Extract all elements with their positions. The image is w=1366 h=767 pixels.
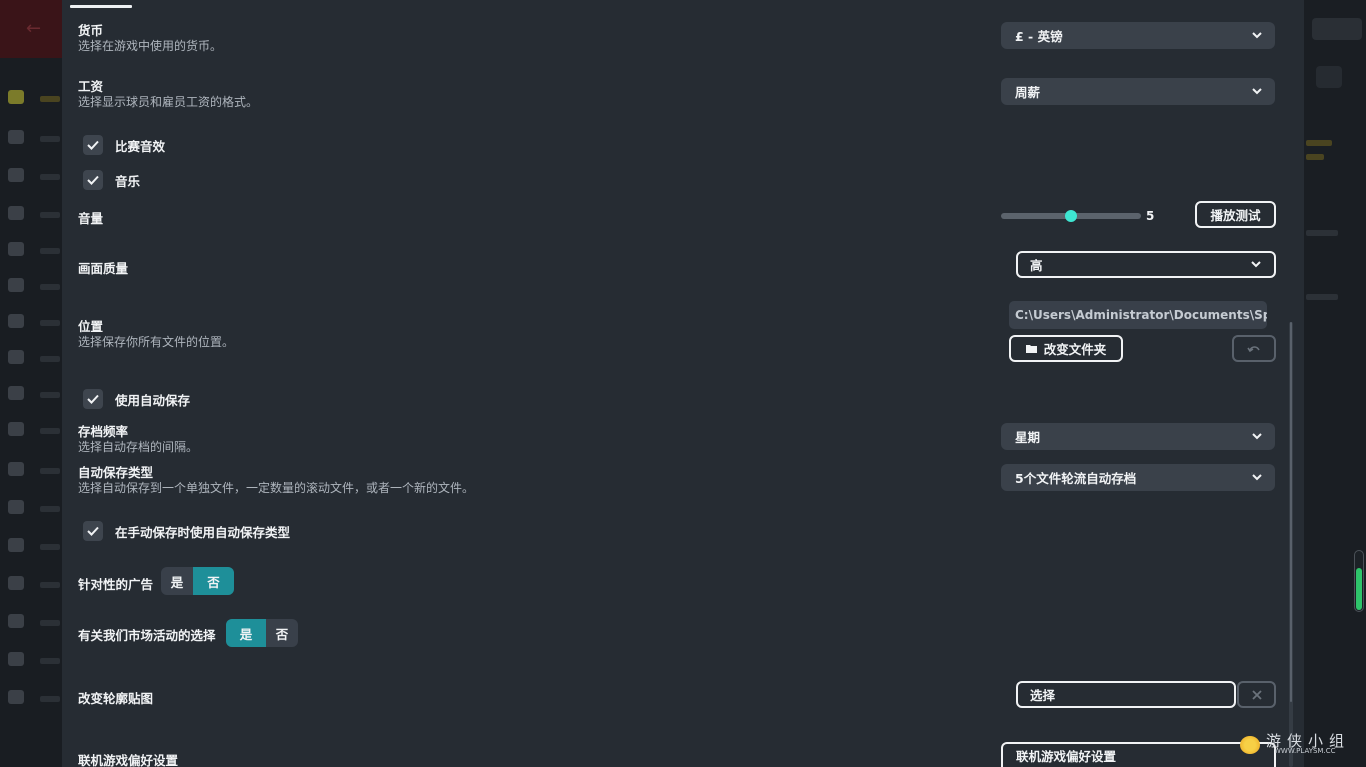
currency-description: 选择在游戏中使用的货币。 [78,39,223,53]
change-folder-button[interactable]: 改变文件夹 [1009,335,1123,362]
undo-icon [1247,346,1260,353]
medical-icon [8,350,24,364]
home-icon [8,90,24,104]
autosave-type-dropdown[interactable]: 5个文件轮流自动存档 [1001,464,1275,491]
match-sound-effects-row: 比赛音效 [83,135,165,155]
sun-logo-icon [1240,736,1260,754]
scrollbar-thumb[interactable] [1290,322,1292,702]
volume-slider-handle[interactable] [1065,210,1077,222]
marketing-choice-yes[interactable]: 是 [226,619,266,647]
staff-icon [8,206,24,220]
wages-dropdown[interactable]: 周薪 [1001,78,1275,105]
online-preferences-label: 联机游戏偏好设置 [78,753,179,767]
clear-texture-button[interactable] [1237,681,1276,708]
use-autosave-row: 使用自动保存 [83,389,190,409]
marketing-choice-toggle: 是 否 [226,619,298,647]
chevron-down-icon [1251,87,1263,97]
music-label: 音乐 [115,173,141,189]
targeted-ads-no[interactable]: 否 [193,567,234,595]
preferences-panel: 货币 选择在游戏中使用的货币。 £ - 英镑 工资 选择显示球员和雇员工资的格式… [62,0,1304,767]
training-icon [8,314,24,328]
save-location-field[interactable]: C:\Users\Administrator\Documents\Spo... [1009,301,1267,329]
autosave-type-description: 选择自动保存到一个单独文件，一定数量的滚动文件，或者一个新的文件。 [78,481,475,495]
manual-save-autosave-type-checkbox[interactable] [83,521,103,541]
chevron-down-icon [1250,260,1262,270]
data-icon [8,278,24,292]
save-frequency-dropdown[interactable]: 星期 [1001,423,1275,450]
folder-icon [1025,345,1037,353]
development-icon [8,386,24,400]
match-sound-effects-checkbox[interactable] [83,135,103,155]
chevron-down-icon [1251,432,1263,442]
dev-center-icon [8,690,24,704]
background-sidebar: ← [0,0,62,767]
select-texture-button[interactable]: 选择 [1016,681,1236,708]
background-back-button: ← [0,0,62,58]
chevron-down-icon [1251,31,1263,41]
use-autosave-checkbox[interactable] [83,389,103,409]
finances-icon [8,652,24,666]
targeted-ads-label: 针对性的广告 [78,577,154,592]
volume-label: 音量 [78,211,104,226]
wages-description: 选择显示球员和雇员工资的格式。 [78,95,259,109]
search-icon [8,538,24,552]
inbox-icon [8,130,24,144]
marketing-choice-no[interactable]: 否 [266,619,298,647]
scouting-icon [8,422,24,436]
watermark-url: WWW.PLAYSM.CC [1274,747,1336,755]
active-tab-indicator [70,5,132,8]
location-description: 选择保存你所有文件的位置。 [78,335,235,349]
save-frequency-description: 选择自动存档的间隔。 [78,440,199,454]
status-gauge [1354,550,1364,612]
volume-value: 5 [1146,209,1155,223]
trophy-icon [8,500,24,514]
use-autosave-label: 使用自动保存 [115,392,191,408]
play-test-button[interactable]: 播放测试 [1195,201,1276,228]
graphics-quality-label: 画面质量 [78,261,129,276]
targeted-ads-toggle: 是 否 [161,567,234,595]
change-kit-texture-label: 改变轮廓贴图 [78,691,154,706]
schedule-icon [8,462,24,476]
close-icon [1251,689,1262,700]
music-checkbox[interactable] [83,170,103,190]
targeted-ads-yes[interactable]: 是 [161,567,193,595]
back-arrow-icon: ← [26,18,42,39]
chevron-down-icon [1251,473,1263,483]
manual-save-autosave-type-label: 在手动保存时使用自动保存类型 [115,524,291,540]
music-row: 音乐 [83,170,140,190]
manual-save-autosave-type-row: 在手动保存时使用自动保存类型 [83,521,290,541]
online-preferences-button[interactable]: 联机游戏偏好设置 [1001,742,1276,767]
match-sound-effects-label: 比赛音效 [115,138,166,154]
squad-icon [8,168,24,182]
reset-location-button[interactable] [1232,335,1276,362]
watermark: 游侠小组 WWW.PLAYSM.CC [1238,730,1358,760]
volume-slider[interactable] [1001,210,1141,222]
background-right-panel [1304,0,1366,767]
tactics-icon [8,242,24,256]
graphics-quality-dropdown[interactable]: 高 [1016,251,1276,278]
marketing-choice-label: 有关我们市场活动的选择 [78,628,216,643]
currency-dropdown[interactable]: £ - 英镑 [1001,22,1275,49]
club-icon [8,614,24,628]
transfers-icon [8,576,24,590]
